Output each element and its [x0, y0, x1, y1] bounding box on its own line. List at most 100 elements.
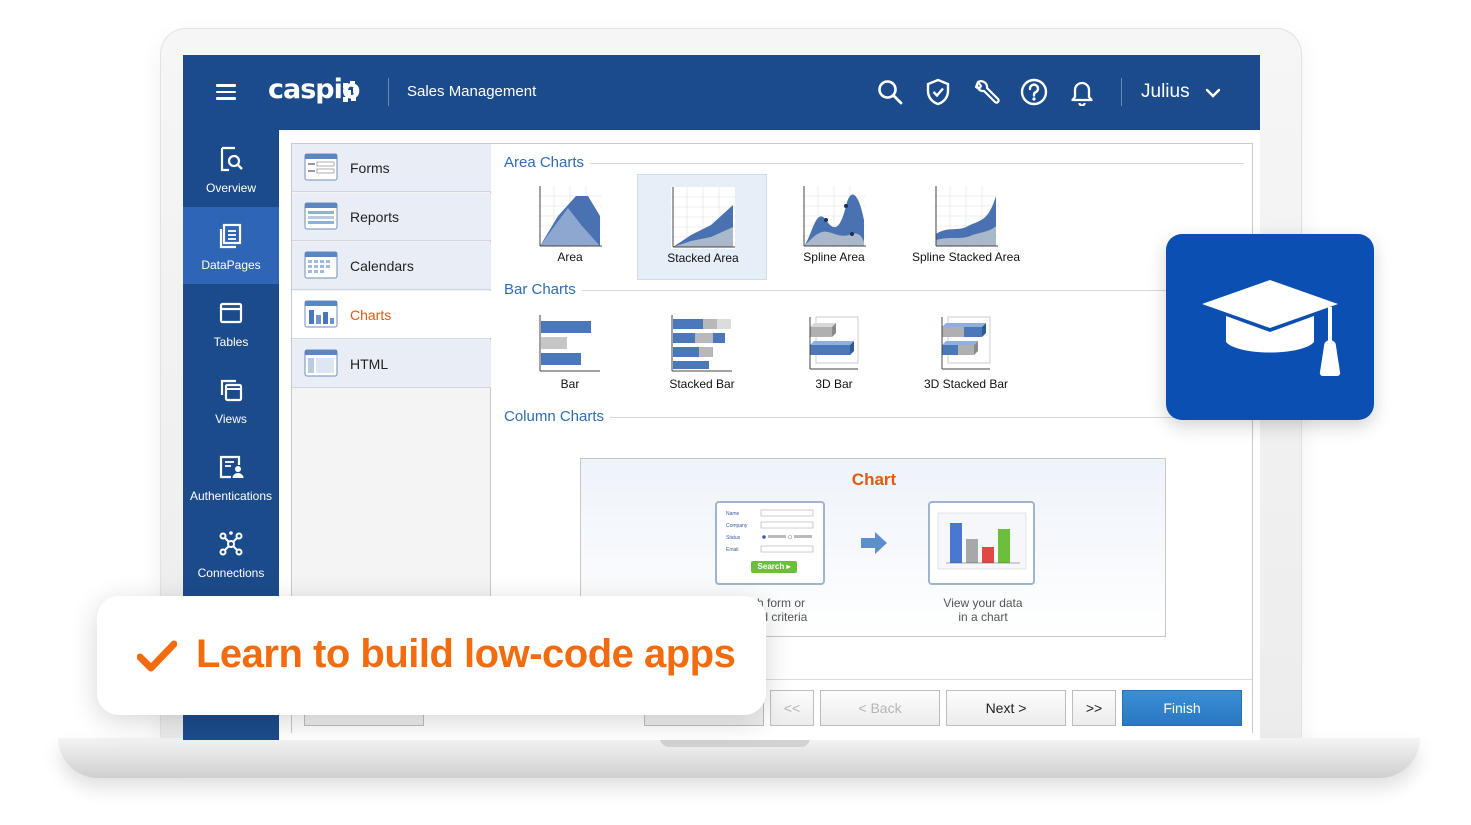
calendar-icon: [304, 251, 338, 279]
overview-icon: [220, 146, 243, 172]
search-icon[interactable]: [875, 77, 905, 107]
category-label: Calendars: [350, 258, 414, 274]
spline-stacked-area-chart-icon: [934, 186, 998, 248]
category-label: Forms: [350, 160, 390, 176]
nav-item-overview[interactable]: Overview: [183, 130, 279, 207]
caption-line: in a chart: [958, 610, 1008, 624]
views-icon: [220, 379, 243, 402]
section-divider: [504, 417, 1244, 418]
mini-column-chart-graphic: [937, 512, 1027, 570]
help-icon[interactable]: [1019, 77, 1049, 107]
chart-option-label: Bar: [560, 377, 580, 391]
category-reports[interactable]: Reports: [292, 193, 491, 241]
nav-label: Authentications: [189, 489, 273, 503]
connections-icon: [219, 531, 243, 556]
chevron-down-icon[interactable]: [1203, 83, 1223, 103]
bar-chart-icon: [538, 313, 602, 375]
chart-option-stacked-area[interactable]: Stacked Area: [637, 174, 767, 280]
section-divider: [504, 290, 1244, 291]
nav-label: Overview: [205, 181, 256, 195]
arrow-right-icon: [861, 532, 887, 554]
nav-item-tables[interactable]: Tables: [183, 284, 279, 361]
category-forms[interactable]: Forms: [292, 144, 491, 192]
datapages-icon: [219, 223, 242, 249]
chart-option-bar[interactable]: Bar: [505, 301, 635, 407]
category-label: Charts: [350, 307, 392, 323]
forms-icon: [304, 153, 338, 181]
header-separator: [1121, 78, 1122, 106]
svg-text:Company: Company: [726, 523, 748, 529]
nav-item-connections[interactable]: Connections: [183, 515, 279, 592]
3d-stacked-bar-chart-icon: [934, 313, 998, 375]
authentication-icon: [219, 455, 244, 479]
category-charts[interactable]: Charts: [292, 291, 491, 339]
3d-bar-chart-icon: [802, 313, 866, 375]
category-label: Reports: [350, 209, 400, 225]
section-divider: [504, 163, 1244, 164]
last-step-button[interactable]: >>: [1072, 690, 1116, 726]
checkmark-icon: [137, 640, 177, 672]
section-title-column-charts: Column Charts: [504, 408, 611, 425]
chart-option-spline-stacked-area[interactable]: Spline Stacked Area: [901, 174, 1031, 280]
finish-button[interactable]: Finish: [1122, 690, 1242, 726]
svg-text:Name: Name: [726, 511, 740, 517]
shield-icon[interactable]: [923, 77, 953, 107]
category-calendars[interactable]: Calendars: [292, 242, 491, 290]
promo-callout: Learn to build low-code apps: [97, 596, 766, 715]
callout-text: Learn to build low-code apps: [196, 632, 736, 676]
preview-caption-right: View your data in a chart: [931, 596, 1035, 624]
chart-option-label: Stacked Bar: [669, 377, 735, 391]
section-title-area-charts: Area Charts: [504, 154, 591, 171]
nav-label: Views: [215, 412, 247, 426]
top-bar: caspio Sales Management Julius: [183, 55, 1260, 130]
learning-badge: [1166, 234, 1374, 420]
nav-label: Connections: [197, 566, 265, 580]
hamburger-menu-icon[interactable]: [216, 84, 236, 100]
app-title: Sales Management: [407, 83, 537, 100]
section-title-bar-charts: Bar Charts: [504, 281, 582, 298]
svg-text:Status: Status: [726, 535, 741, 541]
category-label: HTML: [350, 356, 389, 372]
logo-dots-icon: [343, 81, 358, 102]
first-step-button[interactable]: <<: [770, 690, 814, 726]
wrench-icon[interactable]: [971, 77, 1001, 107]
nav-item-views[interactable]: Views: [183, 361, 279, 438]
chart-icon: [304, 300, 338, 328]
next-button[interactable]: Next >: [946, 690, 1066, 726]
chart-option-label: Spline Stacked Area: [911, 250, 1021, 264]
chart-option-label: Stacked Area: [667, 251, 739, 265]
reports-icon: [304, 202, 338, 230]
html-icon: [304, 349, 338, 377]
stage: caspio Sales Management Julius Overview …: [0, 0, 1471, 825]
table-icon: [219, 302, 243, 324]
chart-option-label: 3D Stacked Bar: [923, 377, 1009, 391]
preview-column-chart-illustration: [928, 501, 1035, 585]
chart-option-spline-area[interactable]: Spline Area: [769, 174, 899, 280]
chart-option-label: 3D Bar: [815, 377, 853, 391]
nav-label: Tables: [213, 335, 249, 349]
caption-line: View your data: [943, 596, 1023, 610]
mini-search-button: Search ▸: [757, 562, 791, 571]
stacked-area-chart-icon: [671, 187, 735, 249]
preview-title: Chart: [851, 470, 897, 489]
nav-label: DataPages: [201, 258, 261, 272]
chart-option-area[interactable]: Area: [505, 174, 635, 280]
nav-item-datapages[interactable]: DataPages: [183, 207, 279, 284]
chart-option-label: Area: [557, 250, 583, 264]
graduation-cap-icon: [1202, 280, 1341, 377]
area-chart-icon: [538, 186, 602, 248]
stacked-bar-chart-icon: [670, 313, 734, 375]
chart-option-3d-bar[interactable]: 3D Bar: [769, 301, 899, 407]
nav-item-authentications[interactable]: Authentications: [183, 438, 279, 515]
chart-option-label: Spline Area: [803, 250, 865, 264]
category-html[interactable]: HTML: [292, 340, 491, 388]
header-separator: [388, 78, 389, 106]
back-button[interactable]: < Back: [820, 690, 940, 726]
preview-search-form-illustration: Name Company Status Email Search ▸: [715, 501, 825, 585]
spline-area-chart-icon: [802, 186, 866, 248]
chart-option-stacked-bar[interactable]: Stacked Bar: [637, 301, 767, 407]
bell-icon[interactable]: [1067, 77, 1097, 107]
chart-option-3d-stacked-bar[interactable]: 3D Stacked Bar: [901, 301, 1031, 407]
svg-text:Email: Email: [726, 547, 739, 553]
user-name[interactable]: Julius: [1141, 81, 1190, 103]
